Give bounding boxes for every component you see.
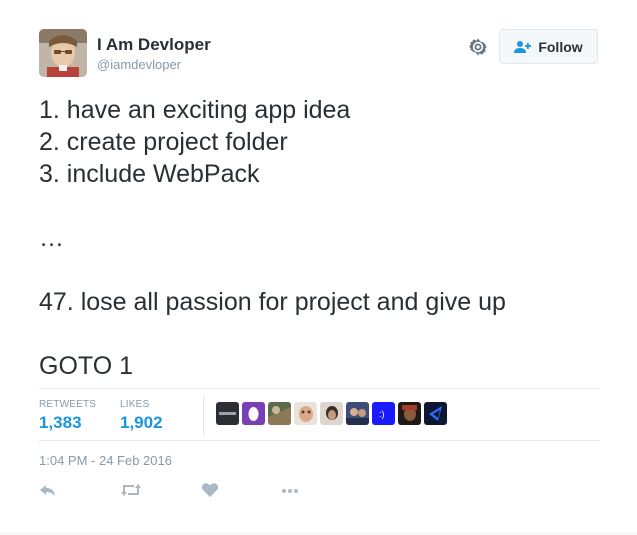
tweet-text: 1. have an exciting app idea 2. create p… [39, 94, 599, 382]
retweets-stat[interactable]: RETWEETS 1,383 [39, 399, 96, 433]
liker-avatar[interactable] [346, 402, 369, 425]
avatar-image [39, 29, 87, 77]
liker-avatar[interactable] [424, 402, 447, 425]
add-user-icon [514, 40, 532, 53]
tweet-card: I Am Devloper @iamdevloper Follow 1. hav… [0, 0, 637, 535]
liker-avatars: :) [216, 402, 447, 425]
like-heart-icon[interactable] [201, 482, 219, 498]
divider [39, 388, 599, 389]
user-handle[interactable]: @iamdevloper [97, 57, 181, 72]
liker-avatar[interactable] [242, 402, 265, 425]
likes-stat[interactable]: LIKES 1,902 [120, 399, 163, 433]
stat-separator [203, 396, 204, 435]
display-name[interactable]: I Am Devloper [97, 35, 211, 55]
retweets-count: 1,383 [39, 413, 82, 432]
retweet-icon[interactable] [120, 482, 142, 498]
tweet-line: 2. create project folder [39, 128, 288, 156]
tweet-line: 3. include WebPack [39, 160, 260, 188]
likes-label: LIKES [120, 399, 150, 410]
tweet-line: … [39, 224, 64, 252]
reply-icon[interactable] [39, 482, 57, 498]
liker-avatar[interactable]: :) [372, 402, 395, 425]
tweet-line: GOTO 1 [39, 352, 134, 380]
tweet-line: 47. lose all passion for project and giv… [39, 288, 506, 316]
liker-avatar[interactable] [268, 402, 291, 425]
follow-button[interactable]: Follow [499, 29, 598, 64]
likes-count: 1,902 [120, 413, 163, 432]
avatar[interactable] [39, 29, 87, 77]
tweet-line: 1. have an exciting app idea [39, 96, 351, 124]
follow-button-label: Follow [538, 38, 583, 55]
liker-avatar[interactable] [320, 402, 343, 425]
gear-icon[interactable] [468, 37, 488, 57]
liker-avatar[interactable] [294, 402, 317, 425]
more-options-icon[interactable] [280, 482, 300, 498]
liker-avatar[interactable] [398, 402, 421, 425]
svg-text::): :) [379, 409, 385, 419]
divider [39, 440, 599, 441]
retweets-label: RETWEETS [39, 399, 97, 410]
tweet-timestamp[interactable]: 1:04 PM - 24 Feb 2016 [39, 453, 172, 468]
liker-avatar[interactable] [216, 402, 239, 425]
